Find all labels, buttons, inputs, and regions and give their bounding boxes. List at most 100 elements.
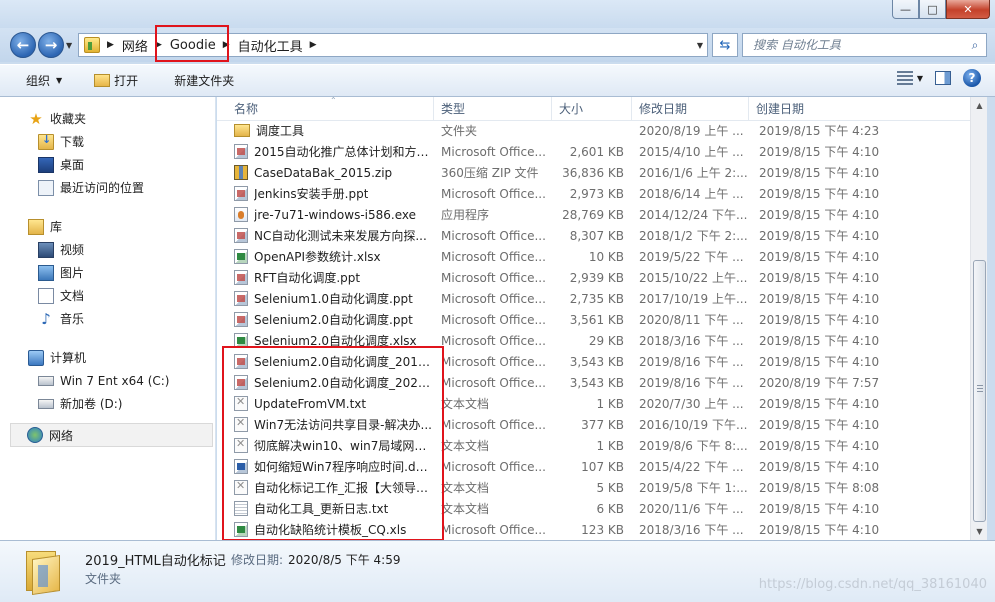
nav-item-drive-c[interactable]: Win 7 Ent x64 (C:) <box>0 369 215 392</box>
nav-item-videos[interactable]: 视频 <box>0 238 215 261</box>
file-name-cell[interactable]: jre-7u71-windows-i586.exe <box>217 207 434 222</box>
column-header-size[interactable]: 大小 <box>552 97 632 121</box>
file-name-cell[interactable]: 彻底解决win10、win7局域网共... <box>217 437 434 454</box>
column-header-name[interactable]: ⌃ 名称 <box>217 96 434 121</box>
forward-button[interactable]: → <box>38 32 64 58</box>
library-icon <box>28 218 44 235</box>
nav-item-label: 最近访问的位置 <box>60 181 145 195</box>
recent-pages-dropdown-icon[interactable]: ▼ <box>66 41 72 50</box>
file-name-cell[interactable]: Selenium1.0自动化调度.ppt <box>217 290 434 307</box>
file-name-cell[interactable]: UpdateFromVM.txt <box>217 396 434 411</box>
nav-item-recent-places[interactable]: 最近访问的位置 <box>0 176 215 199</box>
search-icon[interactable]: ⌕ <box>964 38 986 53</box>
new-folder-button[interactable]: 新建文件夹 <box>168 68 240 94</box>
scrollbar-thumb[interactable] <box>973 260 986 522</box>
column-header-created[interactable]: 创建日期 <box>749 97 970 121</box>
search-input[interactable] <box>743 35 964 55</box>
chevron-right-icon[interactable]: ▶ <box>310 40 317 50</box>
file-row[interactable]: jre-7u71-windows-i586.exe 应用程序 28,769 KB 20… <box>217 204 970 225</box>
file-name-cell[interactable]: Selenium2.0自动化调度_2020.p... <box>217 374 434 391</box>
file-name-cell[interactable]: Selenium2.0自动化调度.ppt <box>217 311 434 328</box>
file-row[interactable]: NC自动化测试未来发展方向探... Microsoft Office... 8,30… <box>217 225 970 246</box>
file-name-cell[interactable]: RFT自动化调度.ppt <box>217 269 434 286</box>
file-row[interactable]: Selenium2.0自动化调度_2019.p... Microsoft Offi… <box>217 351 970 372</box>
file-modified-cell: 2019/8/16 下午 ... <box>639 376 744 390</box>
file-row[interactable]: Win7无法访问共享目录-解决办... Microsoft Office... 37… <box>217 414 970 435</box>
xls-file-icon <box>234 249 248 264</box>
chevron-right-icon[interactable]: ▶ <box>223 40 230 50</box>
file-name-cell[interactable]: 自动化标记工作_汇报【大领导】... <box>217 479 434 496</box>
file-row[interactable]: 调度工具 文件夹 2020/8/19 上午 ... 2019/8/15 下午 4:23 <box>217 120 970 141</box>
view-dropdown-icon[interactable]: ▼ <box>917 74 923 83</box>
address-bar[interactable]: ▶ 网络 ▶ Goodie ▶ 自动化工具 ▶ ▼ <box>78 33 708 57</box>
nav-network[interactable]: 网络 <box>10 423 213 447</box>
scroll-down-icon[interactable]: ▼ <box>971 523 988 540</box>
nav-favorites[interactable]: ★ 收藏夹 <box>0 107 215 130</box>
file-name-cell[interactable]: CaseDataBak_2015.zip <box>217 165 434 180</box>
file-name: Selenium2.0自动化调度.ppt <box>254 313 413 327</box>
file-created-cell: 2019/8/15 下午 4:10 <box>759 313 880 327</box>
column-header-modified[interactable]: 修改日期 <box>632 97 749 121</box>
organize-button[interactable]: 组织 ▼ <box>20 68 68 94</box>
file-modified-cell: 2020/7/30 上午 ... <box>639 397 744 411</box>
chevron-right-icon[interactable]: ▶ <box>107 40 114 50</box>
nav-item-downloads[interactable]: 下载 <box>0 130 215 153</box>
unk-file-icon <box>234 437 248 453</box>
nav-item-desktop[interactable]: 桌面 <box>0 153 215 176</box>
back-button[interactable]: ← <box>10 32 36 58</box>
command-bar: 组织 ▼ 打开 新建文件夹 ▼ ? <box>0 64 995 97</box>
preview-pane-icon[interactable] <box>935 71 951 85</box>
file-row[interactable]: CaseDataBak_2015.zip 360压缩 ZIP 文件 36,836 K… <box>217 162 970 183</box>
file-name-cell[interactable]: 如何缩短Win7程序响应时间.docx <box>217 458 434 475</box>
file-row[interactable]: 自动化缺陷统计模板_CQ.xls Microsoft Office... 123 K… <box>217 519 970 540</box>
file-row[interactable]: 2015自动化推广总体计划和方案... Microsoft Office... 2,… <box>217 141 970 162</box>
file-name-cell[interactable]: Selenium2.0自动化调度_2019.p... <box>217 353 434 370</box>
file-name-cell[interactable]: 2015自动化推广总体计划和方案... <box>217 143 434 160</box>
breadcrumb-goodie[interactable]: Goodie <box>170 38 216 53</box>
nav-item-drive-d[interactable]: 新加卷 (D:) <box>0 392 215 415</box>
nav-computer-label: 计算机 <box>50 351 87 365</box>
file-name-cell[interactable]: Jenkins安装手册.ppt <box>217 185 434 202</box>
open-button[interactable]: 打开 <box>88 68 144 94</box>
file-row[interactable]: RFT自动化调度.ppt Microsoft Office... 2,939 KB 2… <box>217 267 970 288</box>
nav-libraries[interactable]: 库 <box>0 215 215 238</box>
file-name-cell[interactable]: 自动化工具_更新日志.txt <box>217 500 434 517</box>
nav-item-pictures[interactable]: 图片 <box>0 261 215 284</box>
change-view-icon[interactable] <box>896 71 913 85</box>
file-name-cell[interactable]: 自动化缺陷统计模板_CQ.xls <box>217 521 434 538</box>
file-name-cell[interactable]: Selenium2.0自动化调度.xlsx <box>217 332 434 349</box>
file-row[interactable]: OpenAPI参数统计.xlsx Microsoft Office... 10 KB… <box>217 246 970 267</box>
address-dropdown-icon[interactable]: ▼ <box>697 41 703 50</box>
file-name-cell[interactable]: OpenAPI参数统计.xlsx <box>217 248 434 265</box>
breadcrumb-network[interactable]: 网络 <box>122 36 148 55</box>
vertical-scrollbar[interactable]: ▲ ▼ <box>970 97 987 540</box>
breadcrumb-automation-tools[interactable]: 自动化工具 <box>238 36 303 55</box>
chevron-right-icon[interactable]: ▶ <box>155 40 162 50</box>
column-header-type[interactable]: 类型 <box>434 97 552 121</box>
file-type-cell: Microsoft Office... <box>441 333 546 348</box>
file-row[interactable]: 自动化工具_更新日志.txt 文本文档 6 KB 2020/11/6 下午 ... 20… <box>217 498 970 519</box>
file-row[interactable]: Selenium2.0自动化调度.xlsx Microsoft Office...… <box>217 330 970 351</box>
file-row[interactable]: Selenium2.0自动化调度.ppt Microsoft Office... 3… <box>217 309 970 330</box>
file-name-cell[interactable]: 调度工具 <box>217 122 434 139</box>
nav-item-music[interactable]: ♪ 音乐 <box>0 307 215 330</box>
file-row[interactable]: Selenium2.0自动化调度_2020.p... Microsoft Offi… <box>217 372 970 393</box>
file-row[interactable]: 自动化标记工作_汇报【大领导】... 文本文档 5 KB 2019/5/8 下午 1:… <box>217 477 970 498</box>
close-button[interactable]: ✕ <box>946 0 990 19</box>
help-icon[interactable]: ? <box>963 69 981 87</box>
file-row[interactable]: Selenium1.0自动化调度.ppt Microsoft Office... 2… <box>217 288 970 309</box>
file-row[interactable]: UpdateFromVM.txt 文本文档 1 KB 2020/7/30 上午 ...… <box>217 393 970 414</box>
file-name-cell[interactable]: Win7无法访问共享目录-解决办... <box>217 416 434 433</box>
nav-item-documents[interactable]: 文档 <box>0 284 215 307</box>
file-name-cell[interactable]: NC自动化测试未来发展方向探... <box>217 227 434 244</box>
maximize-button[interactable]: □ <box>919 0 946 19</box>
minimize-button[interactable]: — <box>892 0 919 19</box>
refresh-button[interactable]: ⇆ <box>712 33 738 57</box>
file-row[interactable]: 如何缩短Win7程序响应时间.docx Microsoft Office... 10… <box>217 456 970 477</box>
nav-computer[interactable]: 计算机 <box>0 346 215 369</box>
scroll-up-icon[interactable]: ▲ <box>971 97 988 114</box>
file-row[interactable]: Jenkins安装手册.ppt Microsoft Office... 2,973 … <box>217 183 970 204</box>
search-box[interactable]: ⌕ <box>742 33 987 57</box>
downloads-folder-icon <box>38 133 54 150</box>
file-row[interactable]: 彻底解决win10、win7局域网共... 文本文档 1 KB 2019/8/6 下午… <box>217 435 970 456</box>
